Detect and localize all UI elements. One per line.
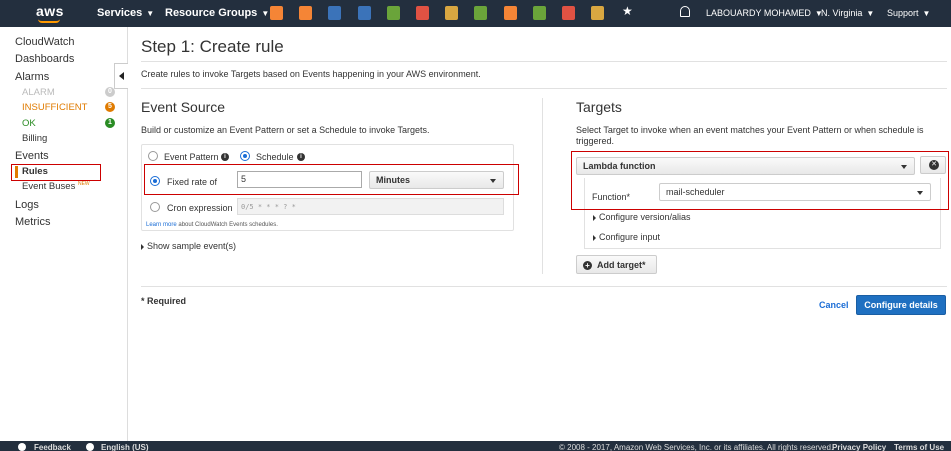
cancel-button[interactable]: Cancel: [819, 300, 849, 310]
sidebar-item-events[interactable]: Events: [15, 150, 49, 162]
support-label: Support: [887, 8, 919, 18]
info-icon[interactable]: i: [221, 153, 229, 161]
targets-heading: Targets: [576, 99, 622, 115]
sidebar-item-metrics[interactable]: Metrics: [15, 216, 50, 228]
caret-right-icon: [593, 214, 596, 221]
region-name: N. Virginia: [821, 8, 863, 18]
learn-more-text: Learn more about CloudWatch Events sched…: [146, 222, 278, 228]
dynamodb-icon[interactable]: [357, 6, 371, 20]
page-footer: Feedback English (US) © 2008 - 2017, Ama…: [0, 441, 951, 451]
insufficient-count-badge: 5: [105, 102, 115, 112]
info-icon[interactable]: i: [297, 153, 305, 161]
services-label: Services: [97, 7, 143, 19]
event-source-heading: Event Source: [141, 99, 226, 115]
sidebar-item-alarms[interactable]: Alarms: [15, 71, 49, 83]
configure-details-button[interactable]: Configure details: [856, 295, 946, 315]
schedule-radio[interactable]: [240, 151, 250, 161]
chevron-down-icon: ▼: [922, 9, 931, 18]
page-title: Step 1: Create rule: [141, 37, 284, 56]
pin-icon[interactable]: ★: [622, 4, 633, 18]
configure-input-toggle[interactable]: Configure input: [593, 232, 660, 242]
configure-version-label: Configure version/alias: [599, 212, 691, 222]
title-divider: [141, 61, 947, 62]
add-target-button[interactable]: + Add target*: [576, 255, 657, 274]
region-menu[interactable]: N. Virginia ▼: [821, 8, 874, 18]
new-badge: NEW: [77, 181, 90, 187]
sidebar-item-dashboards[interactable]: Dashboards: [15, 53, 74, 65]
event-pattern-label: Event Pattern: [164, 152, 219, 162]
chevron-down-icon: ▼: [261, 9, 270, 18]
copyright-text: © 2008 - 2017, Amazon Web Services, Inc.…: [559, 443, 834, 451]
globe-icon: [86, 443, 94, 451]
aws-logo-smile: [38, 19, 60, 23]
learn-more-rest: about CloudWatch Events schedules.: [176, 222, 278, 228]
top-navigation-bar: aws Services ▼ Resource Groups ▼ ★ LABOUAR…: [0, 0, 951, 27]
cloudformation-icon[interactable]: [532, 6, 546, 20]
schedule-label: Schedule: [256, 152, 294, 162]
terms-link[interactable]: Terms of Use: [894, 443, 944, 451]
workflow-icon[interactable]: [591, 6, 605, 20]
intro-divider: [141, 88, 947, 89]
sidebar-item-insufficient[interactable]: INSUFFICIENT: [22, 102, 87, 113]
beanstalk-icon[interactable]: [386, 6, 400, 20]
configure-version-toggle[interactable]: Configure version/alias: [593, 212, 691, 222]
api-gateway-icon[interactable]: [503, 6, 517, 20]
sidebar-item-billing[interactable]: Billing: [22, 133, 47, 144]
event-buses-label: Event Buses: [22, 181, 76, 193]
plus-icon: +: [583, 261, 592, 270]
caret-right-icon: [141, 243, 144, 250]
cloudwatch-icon[interactable]: [562, 6, 575, 20]
bell-icon[interactable]: [680, 6, 690, 17]
account-name: LABOUARDY MOHAMED: [706, 8, 811, 18]
storage-icon[interactable]: [445, 6, 459, 20]
aws-logo[interactable]: aws: [36, 3, 64, 19]
lambda-icon[interactable]: [299, 6, 313, 20]
event-source-desc: Build or customize an Event Pattern or s…: [141, 125, 430, 135]
caret-right-icon: [593, 234, 596, 241]
resource-groups-menu[interactable]: Resource Groups ▼: [165, 7, 269, 19]
support-menu[interactable]: Support ▼: [887, 8, 930, 18]
section-divider: [542, 98, 543, 274]
actions-divider: [141, 286, 947, 287]
ok-count-badge: 1: [105, 118, 115, 128]
cron-label: Cron expression: [167, 203, 233, 213]
s3-icon[interactable]: [328, 6, 342, 20]
chevron-down-icon: ▼: [146, 9, 155, 18]
event-pattern-radio[interactable]: [148, 151, 158, 161]
cron-input[interactable]: 0/5 * * * ? *: [237, 198, 504, 215]
cron-radio[interactable]: [150, 202, 160, 212]
sidebar-item-cloudwatch[interactable]: CloudWatch: [15, 36, 75, 48]
sidebar-item-event-buses[interactable]: Event Buses NEW: [22, 181, 90, 192]
feedback-link[interactable]: Feedback: [34, 443, 71, 451]
codedeploy-icon[interactable]: [416, 6, 429, 20]
sidebar: CloudWatch Dashboards Alarms ALARM 0 INS…: [0, 27, 128, 441]
page-intro: Create rules to invoke Targets based on …: [141, 69, 481, 79]
feedback-icon: [18, 443, 26, 451]
targets-desc: Select Target to invoke when an event ma…: [576, 125, 924, 146]
learn-more-link[interactable]: Learn more: [146, 222, 177, 228]
services-menu[interactable]: Services ▼: [97, 7, 154, 19]
highlight-lambda-target: [571, 151, 949, 210]
show-sample-events-toggle[interactable]: Show sample event(s): [141, 241, 236, 251]
ec2-icon[interactable]: [270, 6, 283, 20]
sidebar-item-ok[interactable]: OK: [22, 118, 36, 129]
highlight-rules: [11, 164, 101, 181]
chevron-down-icon: ▼: [866, 9, 875, 18]
add-target-label: Add target*: [597, 260, 646, 270]
required-note: * Required: [141, 296, 187, 306]
sidebar-item-logs[interactable]: Logs: [15, 199, 39, 211]
sidebar-item-alarm[interactable]: ALARM: [22, 87, 55, 98]
highlight-fixed-rate: [144, 164, 519, 195]
account-menu[interactable]: LABOUARDY MOHAMED ▼: [706, 8, 823, 18]
resource-groups-label: Resource Groups: [165, 7, 258, 19]
language-selector[interactable]: English (US): [101, 443, 149, 451]
collapse-sidebar-button[interactable]: [114, 63, 128, 89]
cloudsearch-icon[interactable]: [474, 6, 488, 20]
privacy-link[interactable]: Privacy Policy: [832, 443, 886, 451]
configure-input-label: Configure input: [599, 232, 661, 242]
show-sample-label: Show sample event(s): [147, 241, 237, 251]
